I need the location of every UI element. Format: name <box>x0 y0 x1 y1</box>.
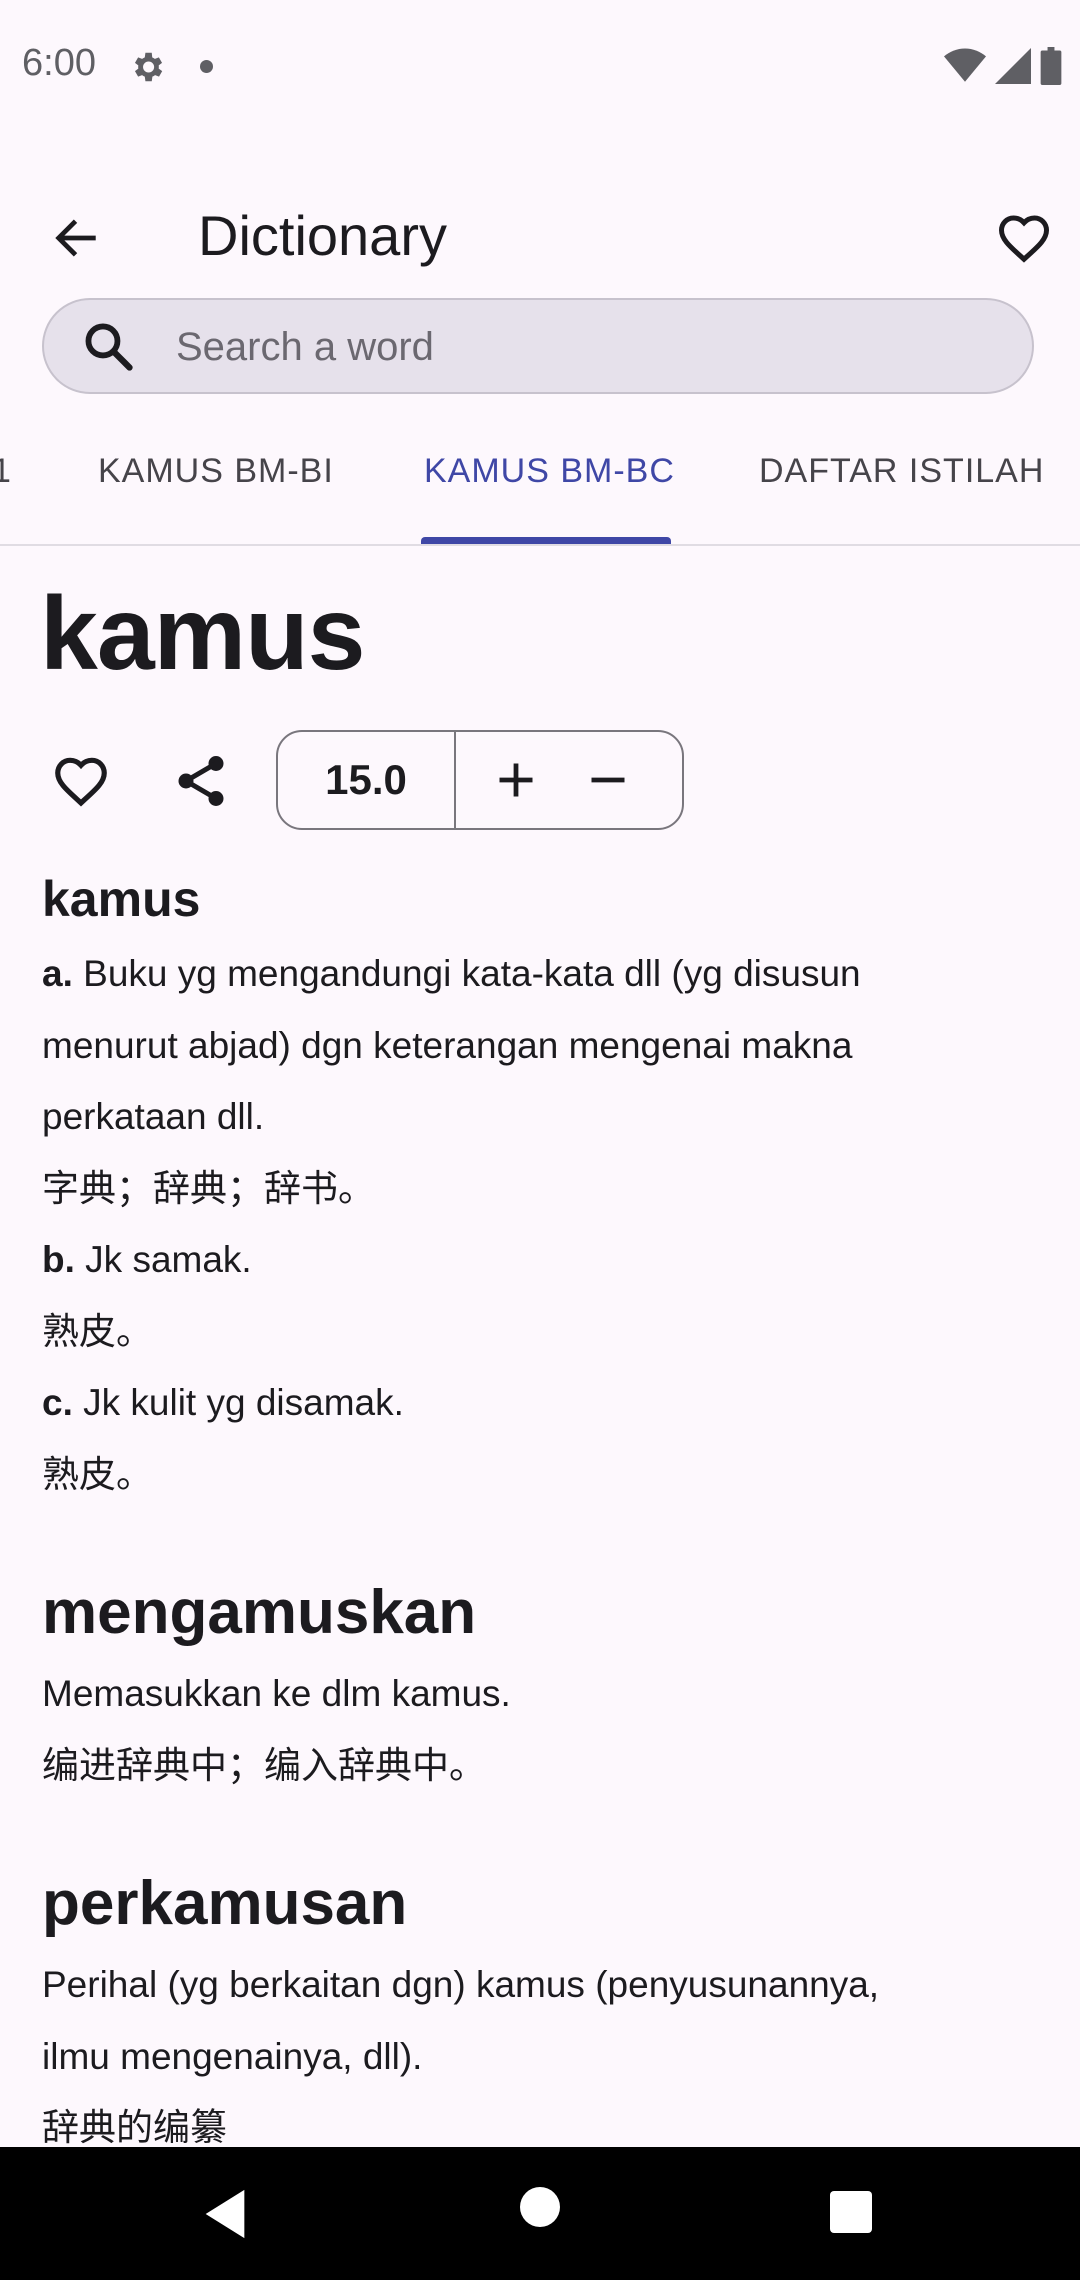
entry-mengamuskan: mengamuskan Memasukkan ke dlm kamus. 编进辞… <box>42 1574 1042 1801</box>
status-icons <box>944 46 1062 86</box>
font-size-value: 15.0 <box>325 756 407 803</box>
entry-perkamusan: perkamusan Perihal (yg berkaitan dgn) ka… <box>42 1865 1042 2146</box>
heart-icon <box>998 215 1050 263</box>
tab-bar: 1 KAMUS BM-BI KAMUS BM-BC DAFTAR ISTILAH <box>0 420 1080 546</box>
status-time: 6:00 <box>22 42 96 84</box>
plus-icon <box>499 763 533 797</box>
definition-line: a. Buku yg mengandungi kata-kata dll (yg… <box>42 938 1042 1010</box>
nav-recents-icon[interactable] <box>830 2191 872 2233</box>
definition-text: Jk samak. <box>74 1239 252 1280</box>
sense-marker: b. <box>42 1239 75 1280</box>
definition-line: Memasukkan ke dlm kamus. <box>42 1673 511 1714</box>
share-button[interactable] <box>160 740 242 822</box>
wifi-icon <box>944 48 986 82</box>
tab-kamus-bm-bi[interactable]: KAMUS BM-BI <box>98 452 334 491</box>
translation-line: 编进辞典中；编入辞典中。 <box>42 1744 486 1786</box>
app-bar: Dictionary <box>0 185 1080 285</box>
entry-actions: 15.0 <box>40 730 740 830</box>
nav-home-icon[interactable] <box>520 2187 560 2227</box>
settings-icon <box>134 52 163 82</box>
divider <box>454 732 456 828</box>
entry-title: kamus <box>42 871 201 927</box>
search-bar[interactable] <box>42 298 1034 394</box>
search-input[interactable] <box>174 300 998 394</box>
entries-list: kamus a. Buku yg mengandungi kata-kata d… <box>42 866 1042 2146</box>
definition-line: ilmu mengenainya, dll). <box>42 2035 423 2077</box>
entry-content[interactable]: kamus 15.0 kamus a. Buku yg mengandungi … <box>0 546 1080 2146</box>
share-icon <box>178 756 224 806</box>
translation-line: 辞典的编纂 <box>42 2107 227 2146</box>
tab-partial[interactable]: 1 <box>0 452 12 491</box>
font-size-control: 15.0 <box>276 730 684 830</box>
definition-text: Jk kulit yg disamak. <box>72 1382 404 1423</box>
signal-icon <box>995 48 1031 84</box>
translation-line: 熟皮。 <box>42 1453 153 1495</box>
nav-back-icon[interactable] <box>196 2185 254 2243</box>
definition-line: Perihal (yg berkaitan dgn) kamus (penyus… <box>42 1964 880 2005</box>
increase-font-button[interactable] <box>478 742 554 818</box>
status-bar: 6:00 <box>0 0 1080 135</box>
back-arrow-icon <box>55 219 96 257</box>
notification-dot-icon <box>200 60 213 73</box>
headword-title: kamus <box>40 576 366 692</box>
sense-marker: c. <box>42 1382 73 1423</box>
entry-title: mengamuskan <box>42 1578 477 1647</box>
definition-line: menurut abjad) dgn keterangan mengenai m… <box>42 1024 853 1066</box>
minus-icon <box>591 777 625 783</box>
favorites-button[interactable] <box>988 202 1060 274</box>
decrease-font-button[interactable] <box>570 742 646 818</box>
back-button[interactable] <box>40 202 112 274</box>
sense-marker: a. <box>42 953 73 994</box>
definition-line: perkataan dll. <box>42 1096 265 1137</box>
tab-daftar-istilah[interactable]: DAFTAR ISTILAH <box>759 452 1044 491</box>
add-favorite-button[interactable] <box>40 740 122 822</box>
search-icon <box>85 323 133 371</box>
definition-line: c. Jk kulit yg disamak. <box>42 1367 1042 1439</box>
definition-line: b. Jk samak. <box>42 1224 1042 1296</box>
tab-kamus-bm-bc[interactable]: KAMUS BM-BC <box>424 452 675 491</box>
definition-text: Buku yg mengandungi kata-kata dll (yg di… <box>72 953 861 994</box>
entry-kamus: kamus a. Buku yg mengandungi kata-kata d… <box>42 866 1042 1510</box>
entry-title: perkamusan <box>42 1869 408 1938</box>
battery-icon <box>1040 47 1062 85</box>
active-tab-indicator <box>421 537 671 544</box>
translation-line: 字典；辞典；辞书。 <box>42 1167 375 1209</box>
page-title: Dictionary <box>198 204 447 267</box>
heart-icon <box>55 757 107 807</box>
translation-line: 熟皮。 <box>42 1310 153 1352</box>
system-nav-bar <box>0 2147 1080 2280</box>
